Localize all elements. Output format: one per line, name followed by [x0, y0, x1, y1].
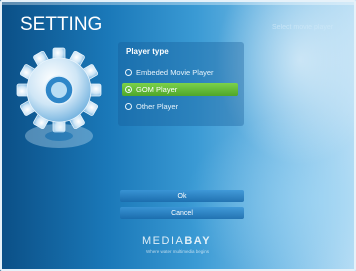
brand-logo: MEDIABAY: [142, 235, 211, 247]
option-label: GOM Player: [136, 85, 178, 94]
ok-button[interactable]: Ok: [120, 190, 244, 202]
option-embeded-movie-player[interactable]: Embeded Movie Player: [122, 66, 238, 79]
player-type-panel: Player type Embeded Movie Player GOM Pla…: [118, 42, 244, 126]
option-label: Other Player: [136, 102, 179, 111]
gear-reflection: [14, 118, 104, 158]
brand-name-bold: BAY: [184, 235, 212, 247]
settings-screen: SETTING Select movie player Player type …: [0, 0, 356, 271]
brand-name-light: MEDIA: [142, 235, 185, 247]
panel-title: Player type: [126, 47, 169, 56]
header-hint: Select movie player: [272, 24, 334, 31]
page-title: SETTING: [20, 14, 103, 35]
option-other-player[interactable]: Other Player: [122, 100, 238, 113]
radio-icon: [125, 69, 132, 76]
radio-selected-icon: [125, 86, 132, 93]
option-gom-player[interactable]: GOM Player: [122, 83, 238, 96]
option-label: Embeded Movie Player: [136, 68, 214, 77]
brand-tagline: Where water multimedia begins: [146, 249, 210, 254]
top-highlight: [2, 2, 354, 5]
cancel-button[interactable]: Cancel: [120, 207, 244, 219]
radio-icon: [125, 103, 132, 110]
